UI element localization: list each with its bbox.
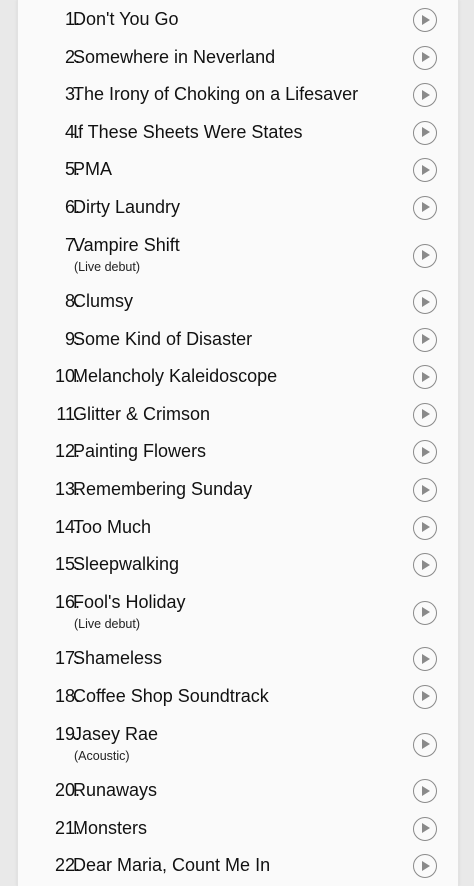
play-button[interactable]	[413, 553, 437, 578]
track-title: Glitter & Crimson	[73, 403, 211, 424]
play-icon	[422, 250, 430, 261]
play-button[interactable]	[413, 854, 437, 879]
track-row: 5. PMA	[18, 150, 458, 188]
play-button[interactable]	[413, 440, 437, 465]
play-button[interactable]	[413, 195, 437, 220]
track-row: 10. Melancholy Kaleidoscope	[18, 357, 458, 395]
play-button[interactable]	[413, 816, 437, 841]
track-list: 1. Don't You Go 2. Somewhere in Neverland 3.…	[18, 0, 458, 884]
track-row: 21. Monsters	[18, 809, 458, 847]
play-icon	[422, 484, 430, 495]
play-button[interactable]	[413, 732, 437, 757]
track-title: Clumsy	[73, 291, 134, 312]
play-button[interactable]	[413, 779, 437, 803]
play-icon	[422, 785, 430, 796]
track-title: PMA	[73, 159, 113, 180]
play-icon	[422, 14, 430, 25]
track-row: 7. Vampire Shift (Live debut)	[18, 226, 458, 283]
track-title: Too Much	[73, 516, 152, 537]
track-row: 4. If These Sheets Were States	[18, 113, 458, 151]
track-title: Remembering Sunday	[73, 479, 253, 500]
track-title: Dear Maria, Count Me In	[73, 855, 271, 876]
track-title: Some Kind of Disaster	[73, 328, 253, 349]
play-button[interactable]	[413, 158, 437, 183]
track-title: Painting Flowers	[73, 441, 207, 462]
play-button[interactable]	[413, 515, 437, 540]
track-row: 16. Fool's Holiday (Live debut)	[18, 583, 458, 640]
play-icon	[422, 691, 430, 702]
track-row: 3. The Irony of Choking on a Lifesaver	[18, 75, 458, 113]
track-title: Dirty Laundry	[73, 196, 181, 217]
track-title: Fool's Holiday	[73, 591, 186, 612]
track-title: Shameless	[73, 648, 163, 669]
play-icon	[422, 559, 430, 570]
play-icon	[422, 52, 430, 63]
track-note: (Live debut)	[74, 259, 141, 274]
track-title: Melancholy Kaleidoscope	[73, 366, 278, 387]
play-icon	[422, 89, 430, 100]
track-row: 18. Coffee Shop Soundtrack	[18, 677, 458, 715]
track-title: Sleepwalking	[73, 554, 180, 575]
track-title: Jasey Rae	[73, 723, 159, 744]
track-row: 22. Dear Maria, Count Me In	[18, 846, 458, 884]
play-button[interactable]	[413, 478, 437, 503]
track-title: If These Sheets Were States	[73, 121, 303, 142]
play-button[interactable]	[413, 327, 437, 352]
play-icon	[422, 202, 430, 213]
play-icon	[422, 446, 430, 457]
play-icon	[422, 164, 430, 175]
track-note: (Live debut)	[74, 616, 141, 631]
play-button[interactable]	[413, 243, 437, 268]
play-icon	[422, 823, 430, 834]
track-title: Don't You Go	[73, 9, 179, 29]
track-row: 2. Somewhere in Neverland	[18, 38, 458, 76]
play-button[interactable]	[413, 402, 437, 427]
play-icon	[422, 653, 430, 664]
track-row: 20. Runaways	[18, 771, 458, 809]
play-button[interactable]	[413, 684, 437, 709]
play-icon	[422, 522, 430, 533]
track-row: 6. Dirty Laundry	[18, 188, 458, 226]
play-icon	[422, 860, 430, 871]
play-icon	[422, 296, 430, 307]
track-row: 1. Don't You Go	[18, 0, 458, 38]
track-title: The Irony of Choking on a Lifesaver	[73, 84, 359, 105]
play-button[interactable]	[413, 647, 437, 672]
track-row: 8. Clumsy	[18, 282, 458, 320]
track-title: Somewhere in Neverland	[73, 46, 276, 67]
track-row: 15. Sleepwalking	[18, 545, 458, 583]
track-row: 13. Remembering Sunday	[18, 470, 458, 508]
play-icon	[422, 127, 430, 138]
play-icon	[422, 409, 430, 420]
track-row: 19. Jasey Rae (Acoustic)	[18, 715, 458, 772]
play-icon	[422, 371, 430, 382]
play-icon	[422, 607, 430, 618]
track-row: 9. Some Kind of Disaster	[18, 320, 458, 358]
track-row: 14. Too Much	[18, 508, 458, 546]
play-icon	[422, 334, 430, 345]
track-title: Monsters	[73, 817, 148, 838]
play-button[interactable]	[413, 600, 437, 625]
track-title: Runaways	[73, 780, 158, 800]
play-button[interactable]	[413, 45, 437, 70]
track-title: Vampire Shift	[73, 234, 180, 255]
play-button[interactable]	[413, 365, 437, 390]
track-note: (Acoustic)	[74, 748, 130, 763]
track-row: 12. Painting Flowers	[18, 432, 458, 470]
play-button[interactable]	[413, 8, 437, 32]
play-icon	[422, 739, 430, 749]
setlist-panel: 1. Don't You Go 2. Somewhere in Neverland 3.…	[17, 0, 459, 886]
play-button[interactable]	[413, 120, 437, 145]
play-button[interactable]	[413, 290, 437, 315]
track-row: 17. Shameless	[18, 639, 458, 677]
track-row: 11. Glitter & Crimson	[18, 395, 458, 433]
play-button[interactable]	[413, 83, 437, 108]
track-title: Coffee Shop Soundtrack	[73, 685, 269, 706]
